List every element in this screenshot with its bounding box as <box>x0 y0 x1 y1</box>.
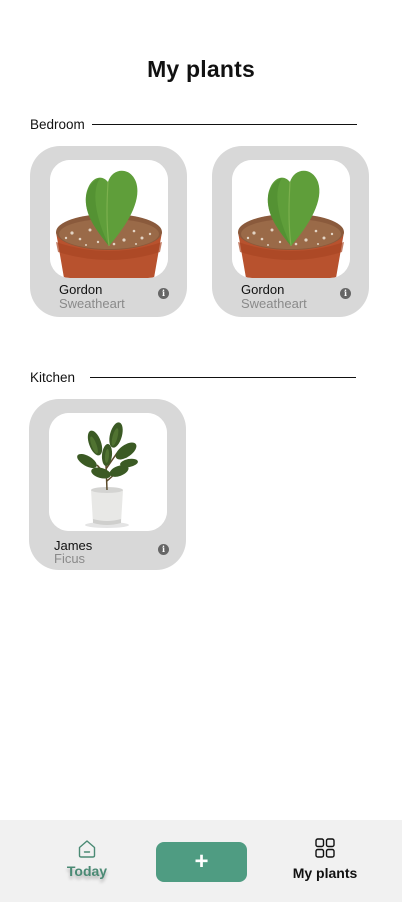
section-label: Kitchen <box>30 369 76 385</box>
tab-label: My plants <box>292 865 358 881</box>
hoya-heart-plant-icon <box>50 160 168 278</box>
plant-name: Gordon <box>59 282 103 297</box>
grid-icon <box>315 838 335 858</box>
tab-today[interactable]: Today <box>62 839 112 879</box>
info-icon[interactable]: i <box>340 288 351 299</box>
hoya-heart-plant-icon <box>232 160 350 278</box>
plant-photo <box>232 160 350 278</box>
plant-species: Sweatheart <box>59 296 125 311</box>
section-label: Bedroom <box>30 116 85 132</box>
section-divider <box>90 376 357 378</box>
plant-card[interactable]: James Ficus i <box>29 399 186 570</box>
section-header-bedroom: Bedroom <box>30 116 358 132</box>
bottom-tab-bar: Today + My plants <box>0 820 402 902</box>
plant-photo <box>49 413 167 531</box>
ficus-plant-icon <box>49 413 167 531</box>
plant-species: Sweatheart <box>241 296 307 311</box>
home-icon <box>78 840 96 858</box>
page-title: My plants <box>147 56 255 82</box>
plant-photo <box>50 160 168 278</box>
section-divider <box>91 123 357 125</box>
plant-card[interactable]: Gordon Sweatheart i <box>212 146 369 317</box>
tab-label: Today <box>66 863 108 879</box>
plant-name: Gordon <box>241 282 285 297</box>
plant-species: Ficus <box>54 551 86 566</box>
info-icon[interactable]: i <box>158 288 169 299</box>
info-icon[interactable]: i <box>158 544 169 555</box>
tab-my-plants[interactable]: My plants <box>288 837 362 881</box>
add-plant-button[interactable]: + <box>156 842 247 882</box>
section-header-kitchen: Kitchen <box>30 369 358 385</box>
plant-card[interactable]: Gordon Sweatheart i <box>30 146 187 317</box>
